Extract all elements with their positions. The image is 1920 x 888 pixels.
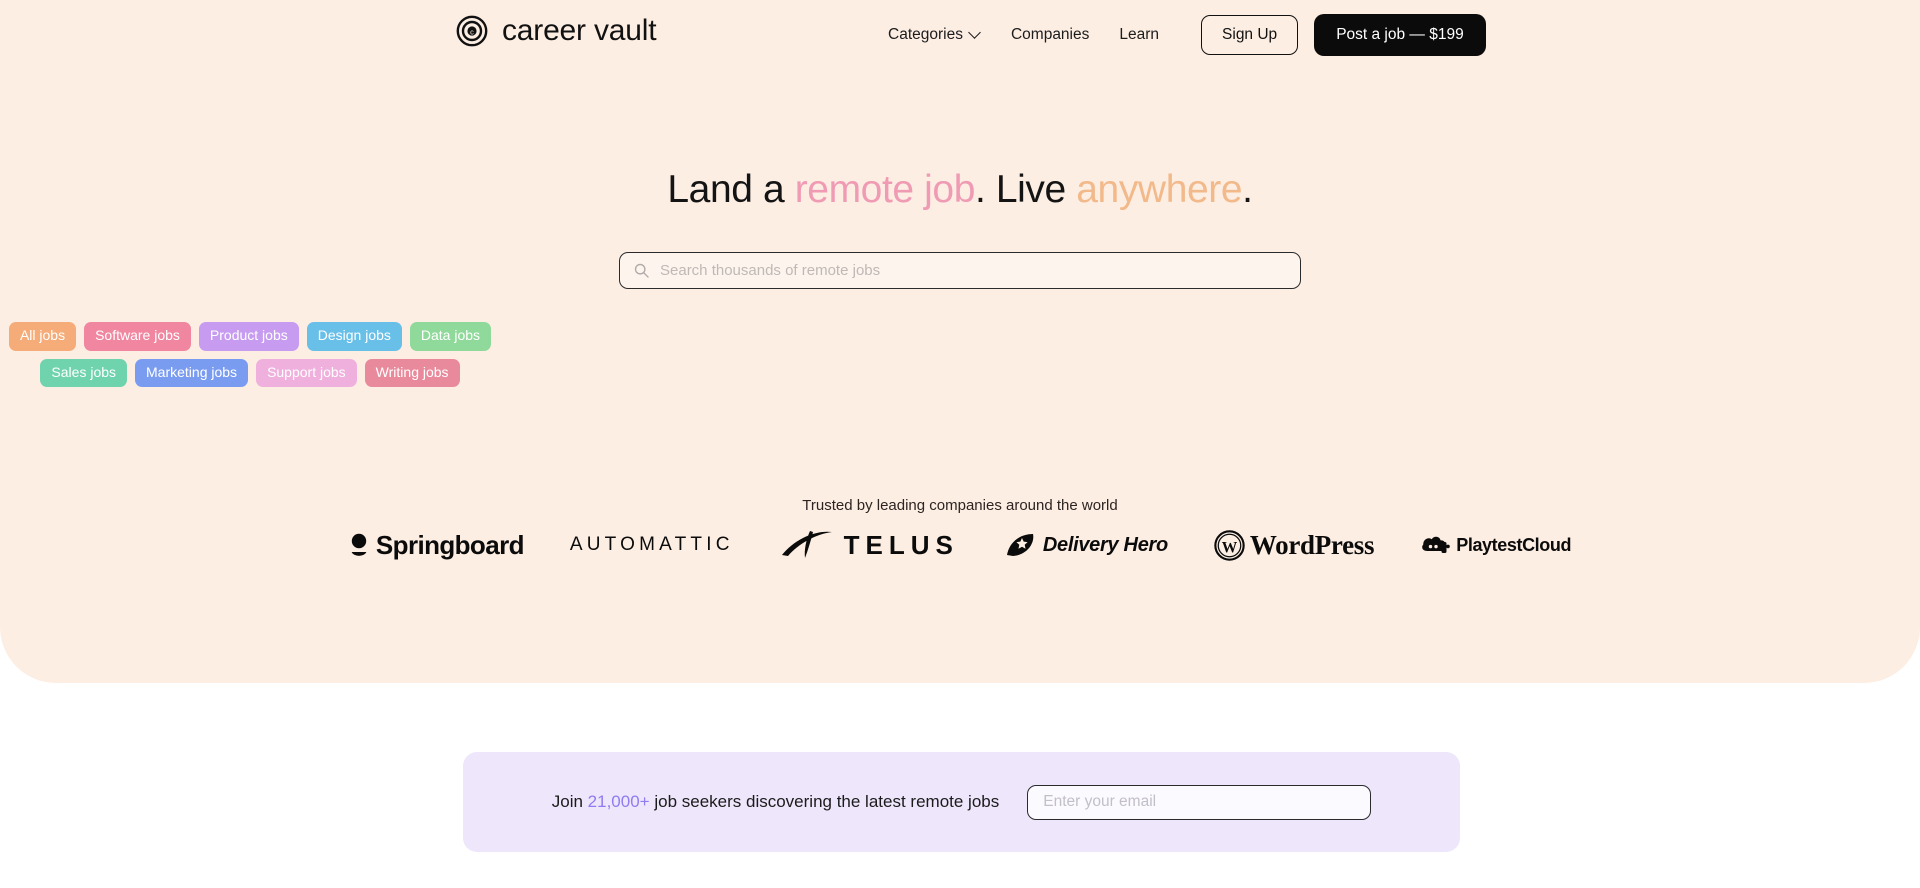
newsletter-card: Join 21,000+ job seekers discovering the… <box>463 752 1460 852</box>
headline-text-3: . <box>1242 168 1253 211</box>
newsletter-text-before: Join <box>551 792 588 811</box>
headline-text-1: Land a <box>667 168 795 211</box>
email-field[interactable] <box>1043 793 1356 811</box>
nav-learn[interactable]: Learn <box>1119 18 1159 52</box>
nav-learn-label: Learn <box>1119 26 1160 43</box>
svg-text:W: W <box>1222 539 1238 556</box>
logo-automattic-label: AUTOMATTIC <box>569 534 734 555</box>
nav-categories[interactable]: Categories <box>888 18 981 52</box>
email-field-wrapper[interactable] <box>1027 784 1372 820</box>
hero-headline: Land a remote job. Live anywhere. <box>0 168 1920 212</box>
logo-springboard-label: Springboard <box>375 529 525 560</box>
logo-playtestcloud: PlaytestCloud <box>1420 533 1571 557</box>
search-bar[interactable] <box>619 252 1301 289</box>
category-pills: All jobs Software jobs Product jobs Design … <box>0 322 500 387</box>
logo-telus: TELUS <box>780 528 959 562</box>
logo-springboard: Springboard <box>349 530 524 561</box>
category-pill[interactable]: Software jobs <box>84 322 191 351</box>
sign-up-button[interactable]: Sign Up <box>1201 15 1299 55</box>
telus-swoosh-icon <box>781 531 832 558</box>
logo-telus-label: TELUS <box>843 529 959 560</box>
top-navigation: c career vault Categories Companies Lear… <box>0 0 1920 66</box>
logo-playtestcloud-label: PlaytestCloud <box>1456 534 1572 555</box>
trusted-caption: Trusted by leading companies around the … <box>802 497 1118 514</box>
post-a-job-button[interactable]: Post a job — $199 <box>1314 14 1486 56</box>
nav-companies[interactable]: Companies <box>1011 18 1089 52</box>
logo-wordpress-label: WordPress <box>1249 529 1375 560</box>
headline-accent-anywhere: anywhere <box>1076 168 1243 211</box>
headline-accent-remote-job: remote job <box>794 168 976 211</box>
svg-text:c: c <box>470 27 474 36</box>
logo-automattic: AUTOMATTIC <box>570 534 734 556</box>
category-pill[interactable]: Product jobs <box>198 322 299 351</box>
logo-delivery-hero-label: Delivery Hero <box>1042 533 1168 556</box>
brand-name: career vault <box>502 14 657 47</box>
newsletter-text: Join 21,000+ job seekers discovering the… <box>552 792 999 812</box>
logo-delivery-hero: Delivery Hero <box>1005 531 1168 559</box>
bullseye-target-icon: c <box>456 15 488 47</box>
category-pill[interactable]: Writing jobs <box>364 358 460 387</box>
logo-wordpress: W WordPress <box>1214 529 1375 561</box>
category-pill[interactable]: Design jobs <box>306 322 402 351</box>
search-input[interactable] <box>660 262 1286 279</box>
search-icon <box>634 263 649 278</box>
category-pill[interactable]: Support jobs <box>256 358 357 387</box>
landing-page: c career vault Categories Companies Lear… <box>0 0 1920 888</box>
category-pill[interactable]: Marketing jobs <box>135 358 249 387</box>
playtestcloud-cloud-icon <box>1422 536 1451 553</box>
category-pill[interactable]: Data jobs <box>409 322 492 351</box>
newsletter-text-after: job seekers discovering the latest remot… <box>649 792 1000 811</box>
headline-text-2: . Live <box>974 168 1077 211</box>
nav-categories-label: Categories <box>888 26 963 43</box>
nav-links: Categories Companies Learn Sign Up Post … <box>888 14 1486 56</box>
company-logos: Springboard AUTOMATTIC TELUS Delivery He… <box>0 528 1920 562</box>
brand-logo[interactable]: c career vault <box>456 14 657 48</box>
delivery-hero-icon <box>1006 534 1034 556</box>
springboard-icon <box>351 533 367 556</box>
category-pill[interactable]: Sales jobs <box>40 358 128 387</box>
wordpress-icon: W <box>1214 529 1245 561</box>
nav-companies-label: Companies <box>1010 26 1090 43</box>
chevron-down-icon <box>968 25 981 39</box>
category-pill[interactable]: All jobs <box>8 322 77 351</box>
newsletter-count: 21,000+ <box>587 792 650 811</box>
